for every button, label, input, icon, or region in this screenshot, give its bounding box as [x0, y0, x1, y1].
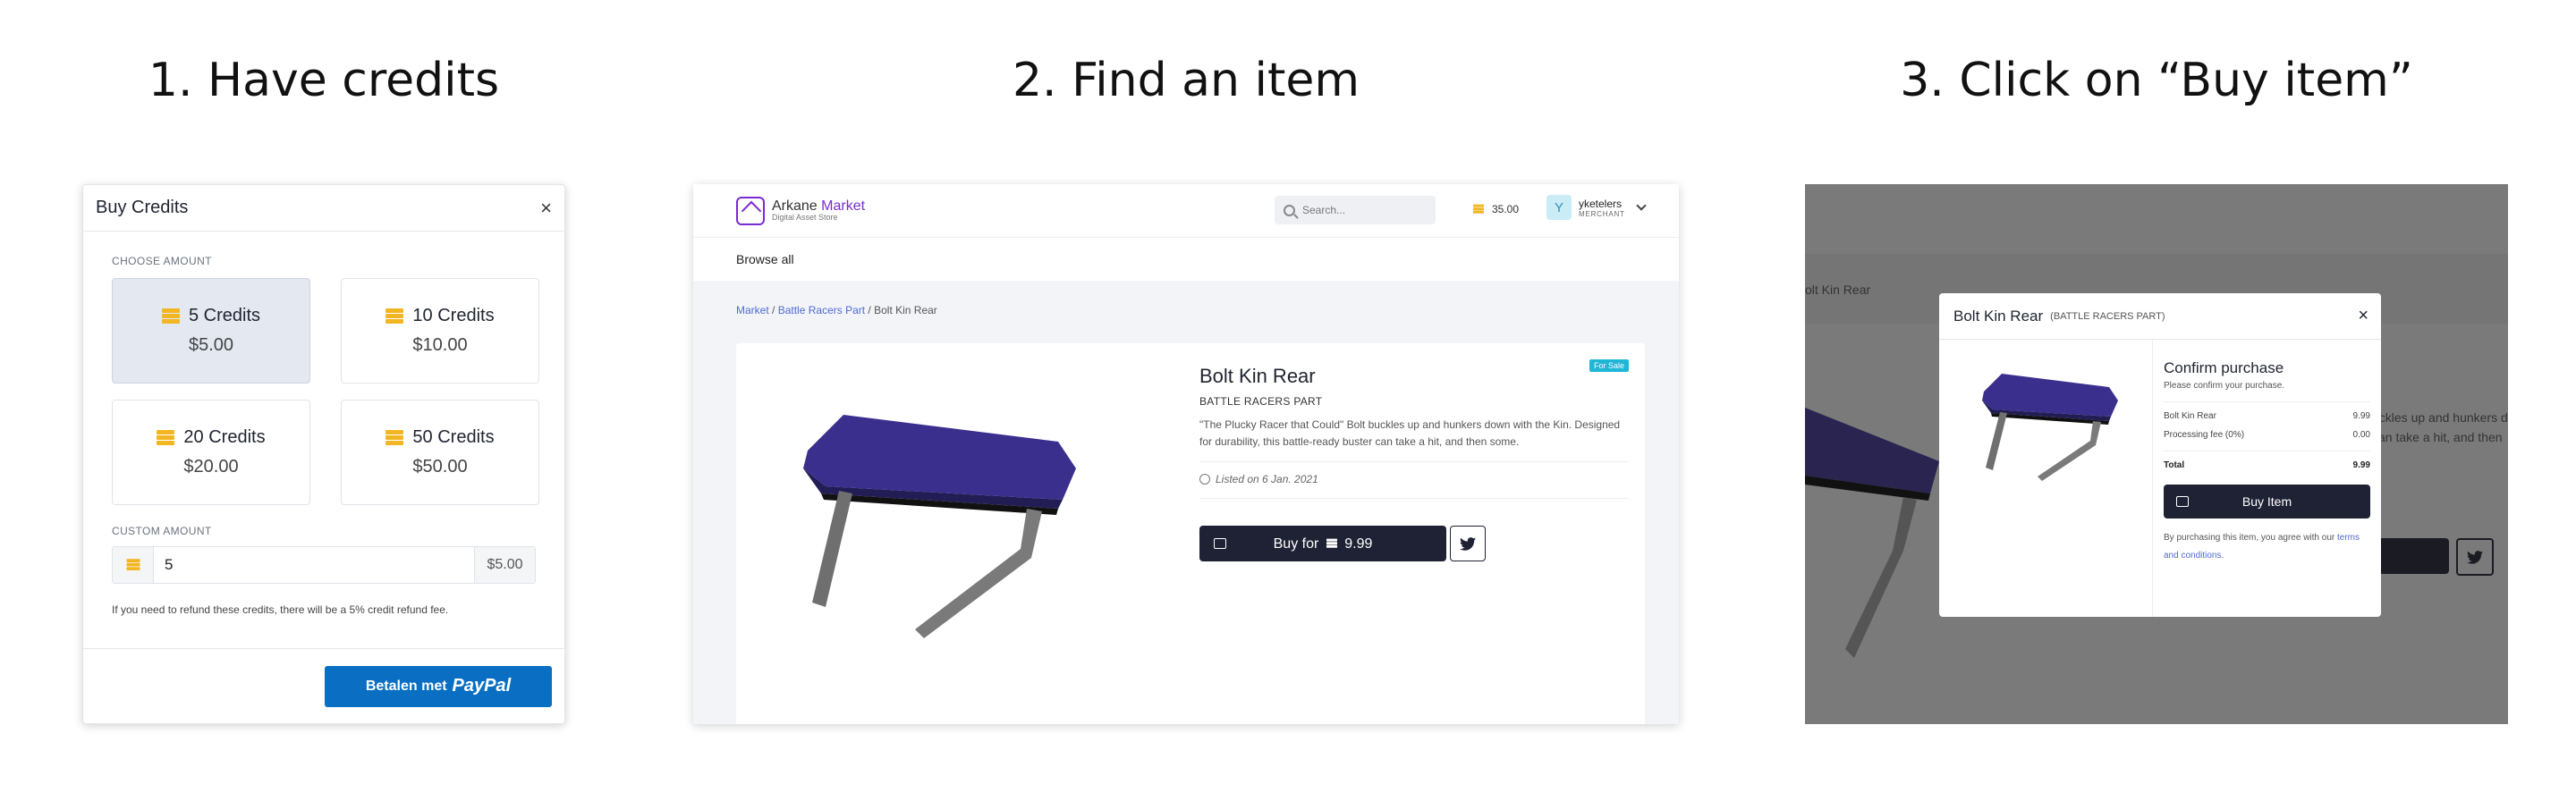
- confirm-side: Confirm purchase Please confirm your pur…: [2152, 340, 2381, 617]
- credit-option-20[interactable]: 20 Credits $20.00: [112, 400, 310, 505]
- credit-options: 5 Credits $5.00 10 Credits $10.00 20 Cre…: [112, 278, 539, 505]
- breadcrumb-category[interactable]: Battle Racers Part: [778, 304, 865, 316]
- credit-balance[interactable]: 35.00: [1470, 201, 1519, 217]
- credit-option-label: 10 Credits: [412, 306, 495, 325]
- breadcrumb-market[interactable]: Market: [736, 304, 769, 316]
- listed-text: Listed on 6 Jan. 2021: [1216, 473, 1318, 485]
- total-row: Total 9.99: [2164, 460, 2370, 470]
- background-twitter-button: [2456, 538, 2494, 576]
- custom-amount-group: 5 $5.00: [112, 546, 536, 584]
- close-icon[interactable]: ×: [540, 197, 552, 220]
- credit-option-5[interactable]: 5 Credits $5.00: [112, 278, 310, 384]
- background-breadcrumb: olt Kin Rear: [1805, 282, 1871, 297]
- item-category: BATTLE RACERS PART: [1199, 395, 1323, 408]
- buy-button-price: 9.99: [1344, 535, 1373, 552]
- listed-date: Listed on 6 Jan. 2021: [1199, 473, 1629, 485]
- custom-amount-label: CUSTOM AMOUNT: [112, 525, 212, 537]
- coin-icon: [1326, 538, 1337, 548]
- credit-option-price: $50.00: [412, 457, 468, 476]
- user-role: MERCHANT: [1579, 209, 1625, 218]
- username: yketelers: [1579, 197, 1623, 210]
- breadcrumb: Market / Battle Racers Part / Bolt Kin R…: [736, 304, 937, 316]
- logo-name-b: Market: [821, 198, 866, 214]
- coin-icon: [161, 308, 180, 325]
- credit-option-50[interactable]: 50 Credits $50.00: [341, 400, 539, 505]
- coin-icon: [1473, 204, 1484, 215]
- top-nav: Arkane Market Digital Asset Store Search…: [693, 184, 1679, 238]
- modal-title: Bolt Kin Rear: [1953, 307, 2044, 325]
- breadcrumb-current: Bolt Kin Rear: [874, 304, 937, 316]
- custom-amount-price: $5.00: [474, 547, 535, 583]
- item-card: For Sale Bolt Kin Rear BATTLE RACERS PAR…: [736, 343, 1645, 724]
- step-1-title: 1. Have credits: [148, 54, 500, 107]
- avatar: Y: [1546, 195, 1572, 220]
- credit-option-10[interactable]: 10 Credits $10.00: [341, 278, 539, 384]
- logo-subtitle: Digital Asset Store: [772, 213, 838, 222]
- coin-icon: [386, 429, 404, 446]
- processing-fee-row: Processing fee (0%) 0.00: [2164, 430, 2370, 440]
- credit-option-label: 50 Credits: [412, 427, 495, 447]
- twitter-share-button[interactable]: [1450, 526, 1486, 561]
- logo[interactable]: Arkane Market Digital Asset Store: [736, 196, 866, 225]
- credit-option-label: 20 Credits: [183, 427, 266, 447]
- buy-button-label: Buy for: [1273, 535, 1319, 552]
- search-placeholder: Search...: [1302, 204, 1346, 216]
- confirm-purchase-screen: olt Kin Rear uckles up and hunkers d can…: [1805, 184, 2508, 724]
- step-3-title: 3. Click on “Buy item”: [1900, 54, 2413, 107]
- custom-amount-input[interactable]: 5: [154, 547, 474, 583]
- item-3d-model: [803, 415, 1076, 638]
- paypal-button-label: Betalen met: [365, 678, 447, 694]
- item-thumbnail: [1982, 374, 2118, 481]
- coin-icon: [157, 429, 175, 446]
- logo-name-a: Arkane: [772, 198, 822, 214]
- search-icon: [1284, 204, 1295, 216]
- refund-note: If you need to refund these credits, the…: [112, 603, 449, 616]
- subnav: Browse all: [693, 238, 1679, 281]
- market-item-page: Arkane Market Digital Asset Store Search…: [693, 184, 1679, 724]
- buy-credits-modal: Buy Credits × CHOOSE AMOUNT 5 Credits $5…: [82, 184, 565, 724]
- credit-option-price: $10.00: [412, 335, 468, 355]
- step-2-title: 2. Find an item: [1012, 54, 1360, 107]
- credit-option-price: $5.00: [188, 335, 234, 355]
- user-menu[interactable]: Y yketelers MERCHANT: [1546, 195, 1647, 220]
- background-description: uckles up and hunkers d can take a hit, …: [2372, 410, 2508, 444]
- modal-header: Bolt Kin Rear (BATTLE RACERS PART) ×: [1939, 293, 2381, 340]
- twitter-icon: [1460, 536, 1476, 551]
- browse-all-link[interactable]: Browse all: [736, 252, 794, 266]
- modal-title: Buy Credits: [96, 198, 189, 217]
- paypal-logo: PayPal: [452, 676, 512, 696]
- confirm-purchase-modal: Bolt Kin Rear (BATTLE RACERS PART) × Con…: [1939, 293, 2381, 617]
- buy-button[interactable]: Buy for 9.99: [1199, 526, 1446, 561]
- credit-option-label: 5 Credits: [188, 306, 261, 325]
- confirm-heading: Confirm purchase: [2164, 359, 2284, 376]
- arkane-logo-icon: [736, 196, 765, 225]
- modal-header: Buy Credits ×: [83, 185, 564, 232]
- terms-note: By purchasing this item, you agree with …: [2164, 533, 2360, 561]
- search-input[interactable]: Search...: [1275, 196, 1436, 224]
- paypal-button[interactable]: Betalen met PayPal: [325, 665, 552, 707]
- close-icon[interactable]: ×: [2358, 306, 2368, 326]
- choose-amount-label: CHOOSE AMOUNT: [112, 255, 212, 267]
- clock-icon: [1199, 474, 1210, 485]
- balance-value: 35.00: [1492, 203, 1520, 215]
- coin-icon: [386, 308, 404, 325]
- buy-item-button[interactable]: Buy Item: [2164, 485, 2370, 519]
- coin-icon: [113, 547, 154, 583]
- credit-option-price: $20.00: [183, 457, 239, 476]
- buy-item-label: Buy Item: [2241, 494, 2292, 509]
- line-item: Bolt Kin Rear 9.99: [2164, 411, 2370, 421]
- chevron-down-icon: [1636, 200, 1647, 211]
- item-name: Bolt Kin Rear: [1199, 365, 1316, 387]
- confirm-subheading: Please confirm your purchase.: [2164, 381, 2285, 391]
- modal-category: (BATTLE RACERS PART): [2050, 310, 2165, 322]
- item-description: "The Plucky Racer that Could" Bolt buckl…: [1199, 418, 1621, 448]
